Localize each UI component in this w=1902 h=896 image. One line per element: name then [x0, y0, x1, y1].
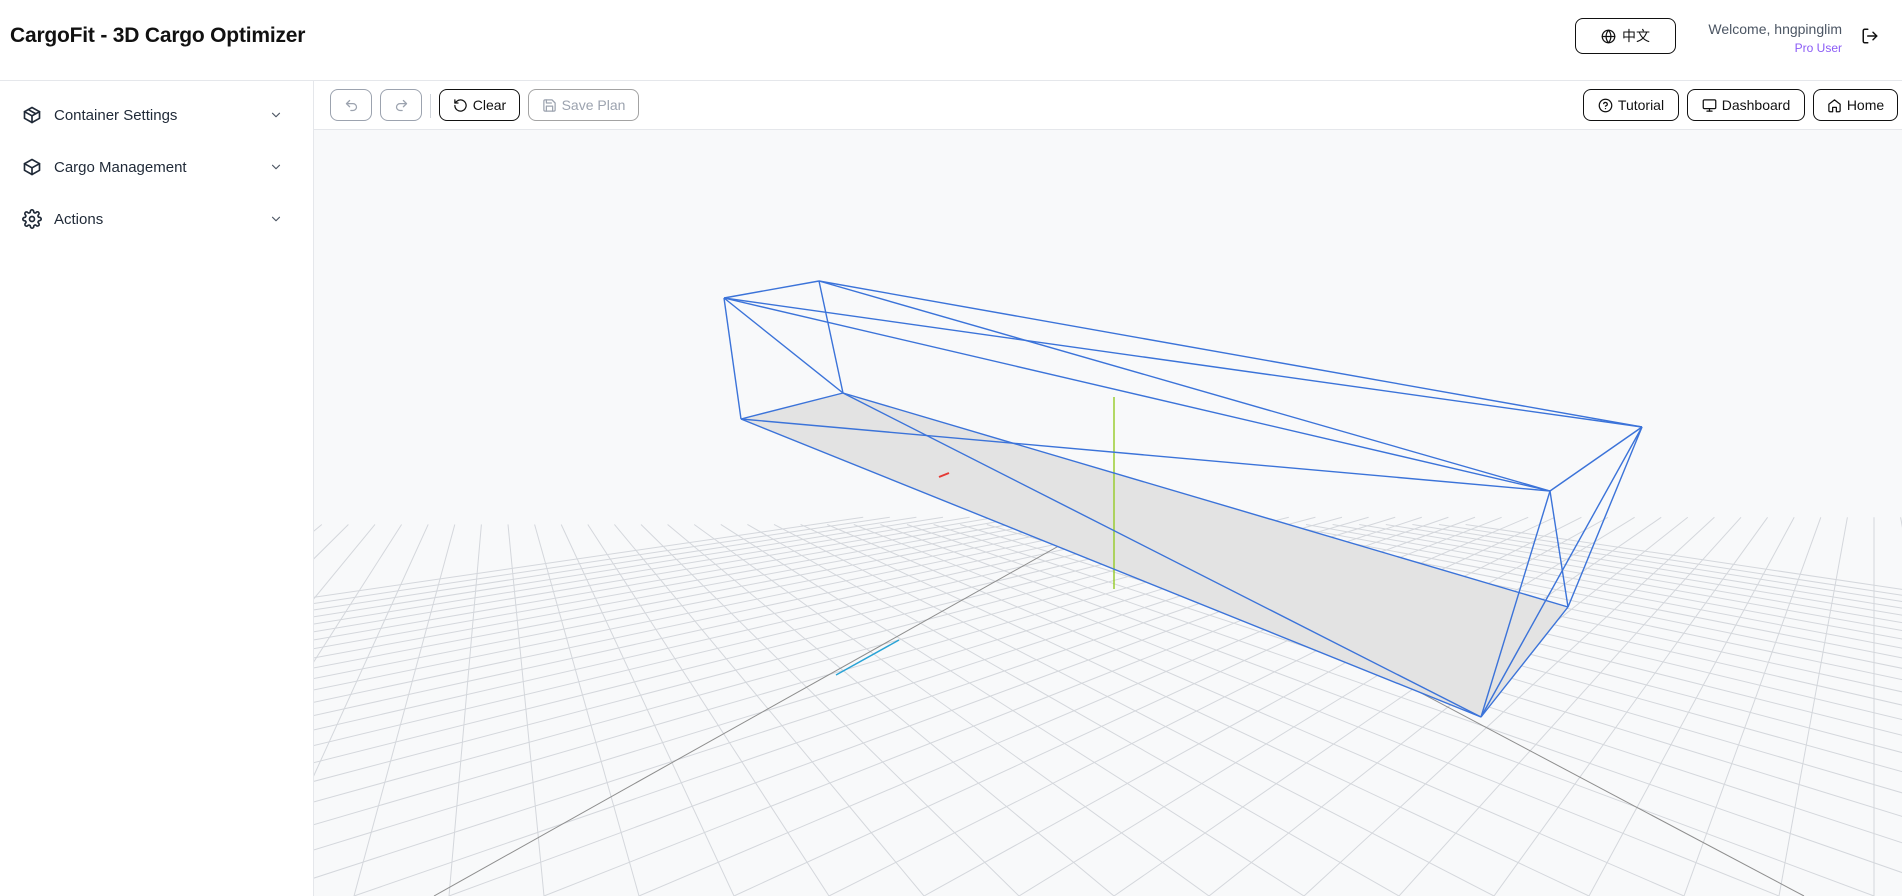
dashboard-label: Dashboard	[1721, 97, 1791, 113]
sidebar-item-label: Cargo Management	[54, 158, 187, 176]
dashboard-button[interactable]: Dashboard	[1687, 89, 1805, 121]
rotate-ccw-icon	[454, 98, 467, 112]
toolbar: Clear Save Plan Tutorial Dashboard Home	[314, 81, 1902, 130]
grid-line	[314, 516, 1156, 691]
app-title: CargoFit - 3D Cargo Optimizer	[10, 24, 306, 47]
3d-viewport-canvas[interactable]	[314, 130, 1902, 896]
tutorial-label: Tutorial	[1617, 97, 1665, 113]
chevron-down-icon	[271, 216, 281, 222]
language-label: 中文	[1622, 29, 1650, 45]
grid-line	[314, 516, 1210, 717]
wireframe-edge	[1567, 426, 1643, 608]
help-circle-icon	[1598, 98, 1613, 112]
floor-grid	[314, 516, 1902, 896]
redo-button[interactable]	[380, 89, 422, 121]
grid-line	[667, 524, 1115, 896]
chevron-down-icon	[271, 112, 281, 118]
wireframe-edge	[818, 280, 1643, 428]
monitor-icon	[1702, 98, 1717, 112]
container-icon	[23, 106, 41, 124]
user-tier-badge: Pro User	[1794, 41, 1842, 55]
grid-line	[314, 516, 1050, 650]
grid-line	[314, 524, 323, 532]
redo-icon	[395, 99, 407, 111]
wireframe-edge	[723, 297, 742, 420]
grid-line	[693, 524, 1210, 896]
grid-line	[507, 524, 545, 896]
toolbar-divider	[430, 94, 431, 118]
grid-line	[314, 516, 944, 618]
grid-line	[314, 524, 403, 663]
clear-button[interactable]: Clear	[439, 89, 520, 121]
undo-icon	[345, 99, 357, 111]
sidebar-item-label: Container Settings	[54, 106, 178, 124]
globe-icon	[1601, 29, 1616, 43]
save-icon	[542, 98, 556, 112]
grid-line	[314, 516, 1236, 731]
save-plan-label: Save Plan	[561, 97, 626, 113]
z-axis-line	[835, 639, 900, 676]
sidebar-item-container-settings[interactable]: Container Settings	[0, 93, 313, 137]
3d-scene[interactable]	[314, 130, 1902, 896]
package-icon	[23, 158, 41, 176]
user-info: Welcome, hngpinglim Pro User	[1708, 20, 1842, 56]
grid-line	[314, 516, 970, 625]
home-button[interactable]: Home	[1813, 89, 1898, 121]
clear-label: Clear	[472, 97, 507, 113]
home-icon	[1828, 98, 1841, 112]
chevron-down-icon	[271, 164, 281, 170]
sidebar: Container Settings Cargo Management Acti…	[0, 81, 314, 896]
language-toggle-button[interactable]: 中文	[1575, 18, 1676, 54]
logout-icon[interactable]	[1861, 27, 1879, 45]
save-plan-button[interactable]: Save Plan	[528, 89, 639, 121]
app-header: CargoFit - 3D Cargo Optimizer 中文 Welcome…	[0, 0, 1902, 81]
grid-line	[314, 516, 1183, 703]
welcome-text: Welcome, hngpinglim	[1708, 21, 1842, 37]
grid-line	[314, 524, 429, 777]
home-label: Home	[1846, 97, 1885, 113]
tutorial-button[interactable]: Tutorial	[1583, 89, 1679, 121]
sidebar-item-label: Actions	[54, 210, 104, 228]
sidebar-item-actions[interactable]: Actions	[0, 197, 313, 241]
gear-icon	[22, 209, 42, 229]
grid-line	[353, 524, 456, 896]
wireframe-edge	[723, 280, 820, 299]
sidebar-item-cargo-management[interactable]: Cargo Management	[0, 145, 313, 189]
grid-line	[448, 524, 482, 896]
undo-button[interactable]	[330, 89, 372, 121]
